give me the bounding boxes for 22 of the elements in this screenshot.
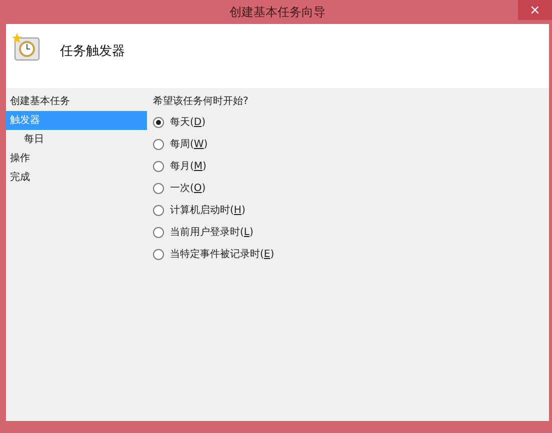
nav-item[interactable]: 每日 [6, 130, 147, 149]
nav-item[interactable]: 操作 [6, 149, 147, 168]
radio-button[interactable] [153, 160, 164, 172]
window-title: 创建基本任务向导 [230, 4, 326, 20]
nav-item[interactable]: 完成 [6, 168, 147, 187]
radio-button[interactable] [153, 138, 164, 150]
close-button[interactable]: × [518, 0, 552, 20]
option-label[interactable]: 当前用户登录时(L) [170, 225, 254, 239]
option-label[interactable]: 当特定事件被记录时(E) [170, 247, 274, 261]
radio-button[interactable] [153, 248, 164, 260]
page-heading: 任务触发器 [60, 43, 125, 60]
nav-item[interactable]: 创建基本任务 [6, 92, 147, 111]
option-label[interactable]: 一次(O) [170, 181, 206, 195]
option-label[interactable]: 每月(M) [170, 159, 206, 173]
option-label[interactable]: 每天(D) [170, 115, 206, 129]
radio-button[interactable] [153, 226, 164, 238]
radio-button[interactable] [153, 182, 164, 194]
option-label[interactable]: 计算机启动时(H) [170, 203, 246, 217]
radio-button[interactable] [153, 116, 164, 128]
radio-button[interactable] [153, 204, 164, 216]
option-label[interactable]: 每周(W) [170, 137, 208, 151]
question-label: 希望该任务何时开始? [153, 94, 250, 109]
